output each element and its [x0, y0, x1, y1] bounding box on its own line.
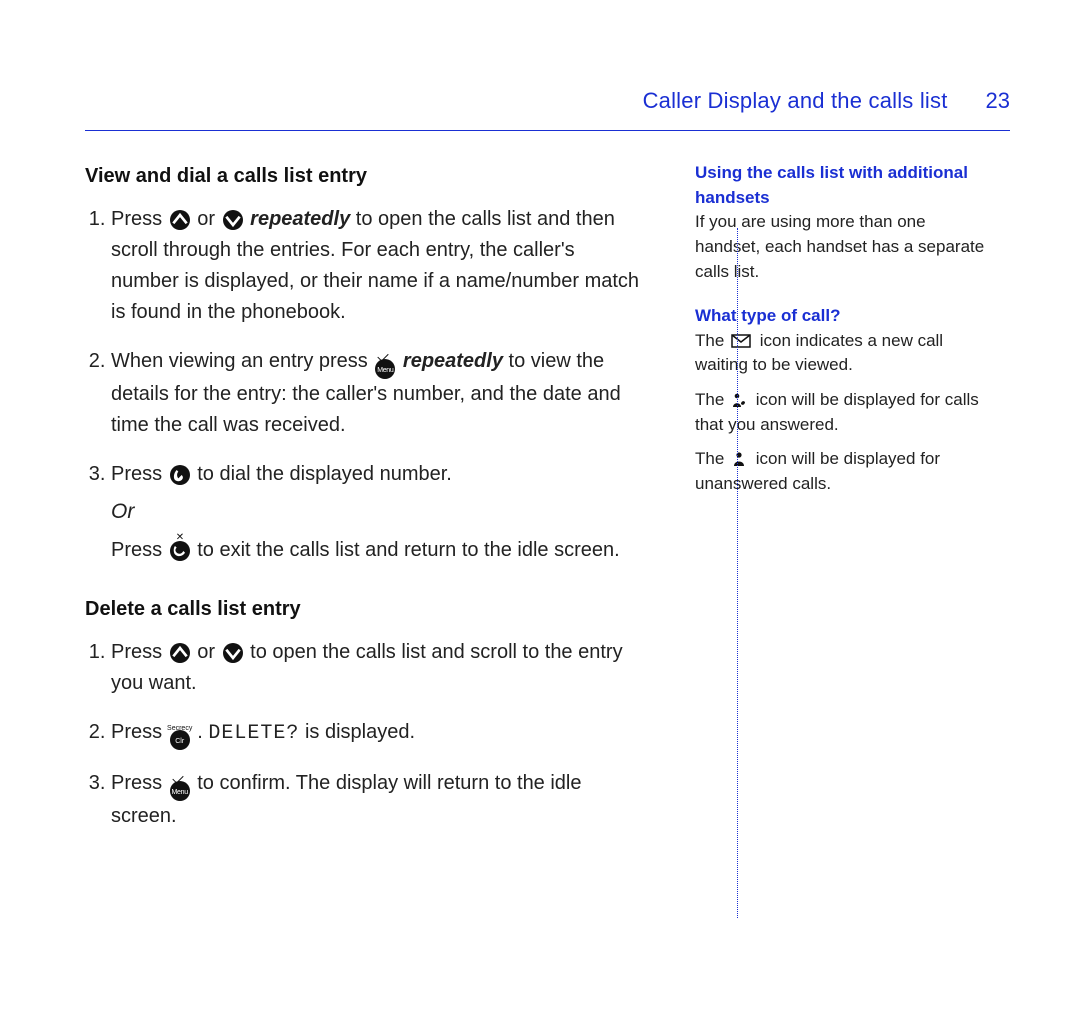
text: Press	[111, 208, 168, 230]
text: or	[197, 208, 220, 230]
text: When viewing an entry press	[111, 350, 373, 372]
display-text: DELETE?	[208, 722, 299, 745]
down-key-icon	[223, 210, 243, 230]
up-key-icon	[170, 643, 190, 663]
text: Press	[111, 772, 168, 794]
talk-key-icon	[170, 465, 190, 485]
text: to dial the displayed number.	[197, 463, 452, 485]
text: The	[695, 449, 729, 468]
side-column: Using the calls list with additional han…	[695, 161, 985, 860]
step-1: Press or repeatedly to open the calls li…	[111, 204, 640, 328]
text: is displayed.	[305, 721, 415, 743]
side-heading-2: What type of call?	[695, 306, 840, 325]
envelope-icon	[731, 334, 751, 348]
or-label: Or	[111, 496, 640, 529]
page-number: 23	[986, 88, 1010, 114]
person-phone-icon	[731, 392, 747, 408]
heading-view-dial: View and dial a calls list entry	[85, 161, 640, 192]
text-emph: repeatedly	[403, 350, 503, 372]
heading-delete: Delete a calls list entry	[85, 594, 640, 625]
text: Press	[111, 721, 168, 743]
text: Press	[111, 463, 168, 485]
text: to exit the calls list and return to the…	[197, 539, 619, 561]
text: Press	[111, 641, 168, 663]
exit-key-icon	[170, 541, 190, 561]
step-2: When viewing an entry press repeatedly t…	[111, 346, 640, 441]
clr-key-icon: Secrecy	[170, 730, 190, 750]
del-step-3: Press to confirm. The display will retur…	[111, 768, 640, 832]
column-divider	[737, 228, 738, 918]
header-rule	[85, 130, 1010, 131]
main-column: View and dial a calls list entry Press o…	[85, 161, 640, 860]
text: or	[197, 641, 220, 663]
text: The	[695, 331, 729, 350]
side-text: If you are using more than one handset, …	[695, 212, 984, 280]
menu-key-icon	[170, 781, 190, 801]
del-step-2: Press Secrecy . DELETE? is displayed.	[111, 717, 640, 750]
section-title: Caller Display and the calls list	[643, 88, 948, 114]
text: Press	[111, 539, 168, 561]
menu-key-icon	[375, 359, 395, 379]
step-3: Press to dial the displayed number. Or P…	[111, 459, 640, 566]
person-icon	[731, 451, 747, 467]
running-head: Caller Display and the calls list 23	[85, 88, 1010, 124]
text: .	[197, 721, 208, 743]
side-heading-1: Using the calls list with additional han…	[695, 163, 968, 207]
up-key-icon	[170, 210, 190, 230]
del-step-1: Press or to open the calls list and scro…	[111, 637, 640, 699]
text-emph: repeatedly	[250, 208, 350, 230]
text: to open the calls list and then scroll t…	[111, 208, 639, 323]
text: The	[695, 390, 729, 409]
down-key-icon	[223, 643, 243, 663]
